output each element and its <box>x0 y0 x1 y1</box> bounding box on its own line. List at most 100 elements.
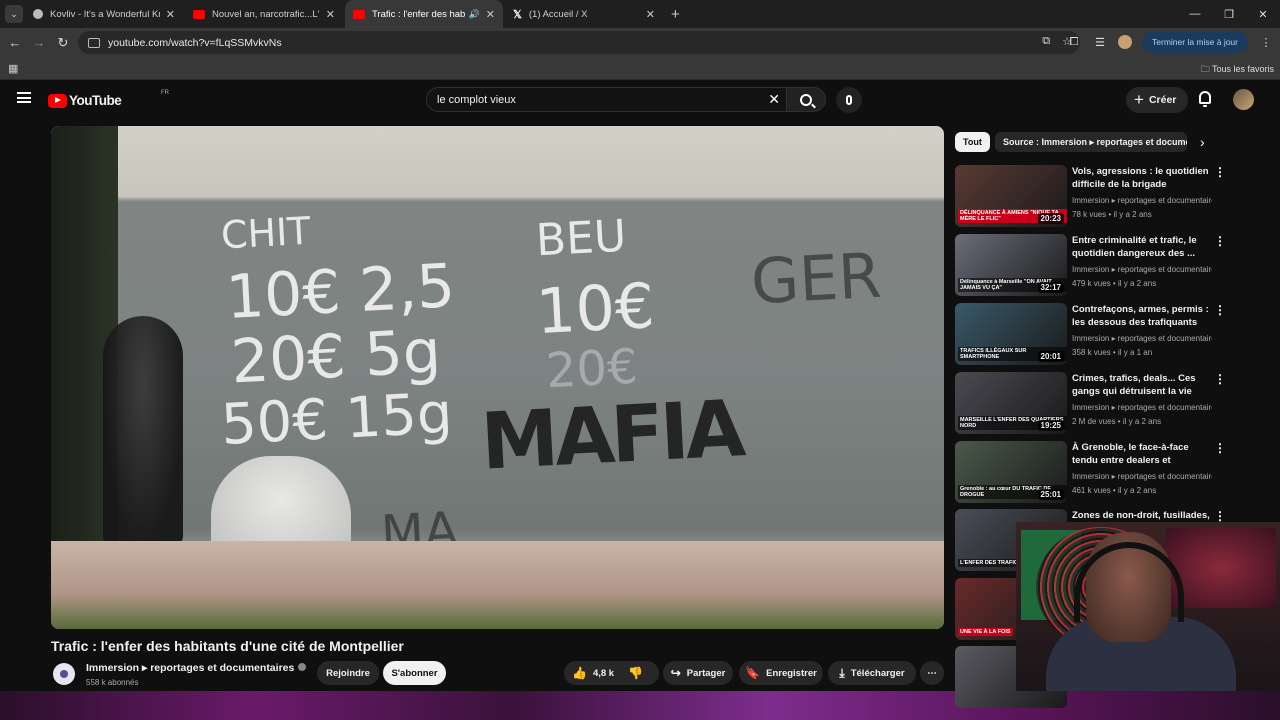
close-icon[interactable]: ✕ <box>166 8 175 21</box>
recommendation-title[interactable]: Crimes, trafics, deals... Ces gangs qui … <box>1072 372 1212 399</box>
recommendation-channel[interactable]: Immersion ▸ reportages et documentaires <box>1072 265 1212 274</box>
more-options-dots-icon[interactable]: ⋮ <box>1214 372 1226 386</box>
country-code: FR <box>161 90 169 96</box>
meta-separator: • <box>1110 348 1118 357</box>
window-close-icon[interactable]: ✕ <box>1246 8 1280 21</box>
recommendation-item[interactable]: DÉLINQUANCE À AMIENS "NIQUE TA MÈRE LE F… <box>955 165 1275 227</box>
recommendation-title[interactable]: À Grenoble, le face-à-face tendu entre d… <box>1072 441 1212 468</box>
meta-separator: • <box>1106 210 1114 219</box>
menu-dots-icon[interactable]: ⋮ <box>1258 36 1274 49</box>
video-thumbnail[interactable]: Grenoble : au cœur DU TRAFIC DE DROGUE 25… <box>955 441 1067 503</box>
window-controls: — ❐ ✕ <box>1178 0 1280 28</box>
duration-badge: 25:01 <box>1037 489 1064 500</box>
search-button[interactable] <box>786 87 826 112</box>
site-info-icon[interactable] <box>88 37 100 48</box>
recommendation-title[interactable]: Vols, agressions : le quotidien difficil… <box>1072 165 1212 192</box>
new-tab-plus-icon[interactable]: + <box>671 6 680 23</box>
back-arrow-icon[interactable]: ← <box>3 35 27 50</box>
video-player[interactable]: CHIT 10€ 2,5 20€ 5g 50€ 15g BEU 10€ 20€ … <box>51 126 944 629</box>
maximize-icon[interactable]: ❐ <box>1212 8 1246 21</box>
create-button[interactable]: + Créer <box>1126 87 1189 113</box>
browser-tab-3-active[interactable]: Trafic : l'enfer des habitants 🔊 ✕ <box>345 0 503 28</box>
channel-avatar[interactable] <box>53 663 75 685</box>
recommendation-channel[interactable]: Immersion ▸ reportages et documentaires <box>1072 334 1212 343</box>
more-options-dots-icon[interactable]: ⋮ <box>1214 303 1226 317</box>
chip-source[interactable]: Source : Immersion ▸ reportages et docum… <box>995 132 1187 152</box>
channel-name[interactable]: Immersion ▸ reportages et documentaires <box>86 662 307 674</box>
video-thumbnail[interactable]: MARSEILLE L'ENFER DES QUARTIERS NORD 19:2… <box>955 372 1067 434</box>
view-count: 358 k vues <box>1072 348 1111 357</box>
reading-list-icon[interactable]: ☰ <box>1092 36 1108 49</box>
join-button[interactable]: Rejoindre <box>317 661 379 685</box>
browser-tab-4[interactable]: 𝕏 (1) Accueil / X ✕ <box>505 0 663 28</box>
more-options-dots-icon[interactable]: ⋮ <box>1214 509 1226 523</box>
close-icon[interactable]: ✕ <box>326 8 335 21</box>
search-input[interactable]: le complot vieux ✕ <box>426 87 786 112</box>
thumbs-down-icon[interactable]: 👎 <box>628 666 643 680</box>
recommendation-title[interactable]: Zones de non-droit, fusillades, <box>1072 509 1212 522</box>
forward-arrow-icon[interactable]: → <box>27 35 51 50</box>
profile-avatar[interactable] <box>1118 35 1133 49</box>
voice-search-button[interactable] <box>836 87 862 113</box>
video-thumbnail[interactable]: DÉLINQUANCE À AMIENS "NIQUE TA MÈRE LE F… <box>955 165 1067 227</box>
chips-next-chevron-icon[interactable]: › <box>1200 134 1205 150</box>
download-button[interactable]: ⤓ Télécharger <box>828 661 916 685</box>
minimize-icon[interactable]: — <box>1178 8 1212 20</box>
share-button[interactable]: ↪ Partager <box>663 661 733 685</box>
recommendation-title[interactable]: Entre criminalité et trafic, le quotidie… <box>1072 234 1212 261</box>
browser-tab-2[interactable]: Nouvel an, narcotrafic...L'interv ✕ <box>185 0 343 28</box>
user-avatar[interactable] <box>1233 89 1254 110</box>
extensions-puzzle-icon[interactable]: ⧠ <box>1066 36 1082 49</box>
video-title: Trafic : l'enfer des habitants d'une cit… <box>51 638 404 654</box>
recommendation-item[interactable]: Grenoble : au cœur DU TRAFIC DE DROGUE 25… <box>955 441 1275 503</box>
recommendation-channel[interactable]: Immersion ▸ reportages et documentaires <box>1072 403 1212 412</box>
install-app-icon[interactable]: ⧉ <box>1042 35 1050 48</box>
microphone-icon <box>846 95 852 105</box>
more-actions-dots-icon[interactable]: ⋯ <box>920 661 944 685</box>
close-icon[interactable]: ✕ <box>486 8 495 21</box>
view-count: 2 M de vues <box>1072 417 1116 426</box>
all-favorites-label: Tous les favoris <box>1211 64 1274 74</box>
youtube-logo[interactable]: YouTube FR <box>48 90 169 108</box>
graffiti-text: BEU <box>534 210 628 267</box>
clear-search-icon[interactable]: ✕ <box>768 91 780 108</box>
address-bar[interactable]: youtube.com/watch?v=fLqSSMvkvNs ⧉ ☆ <box>78 31 1080 54</box>
graffiti-text: 20€ <box>544 338 640 400</box>
browser-tab-1[interactable]: Kovliv - It's a Wonderful Knife [ ✕ <box>25 0 183 28</box>
subscribe-button[interactable]: S'abonner <box>383 661 446 685</box>
apps-grid-icon[interactable]: ▦ <box>8 62 18 75</box>
subscriber-count: 558 k abonnés <box>86 678 139 687</box>
recommendation-channel[interactable]: Immersion ▸ reportages et documentaires <box>1072 472 1212 481</box>
tab-title: Nouvel an, narcotrafic...L'interv <box>212 8 320 20</box>
recommendation-item[interactable]: TRAFICS ILLÉGAUX SUR SMARTPHONE 20:01 Cont… <box>955 303 1275 365</box>
view-count: 78 k vues <box>1072 210 1107 219</box>
chip-all[interactable]: Tout <box>955 132 990 152</box>
bookmark-icon: 🔖 <box>745 666 761 680</box>
recommendation-item[interactable]: Délinquance à Marseille "ON AVAIT JAMAIS… <box>955 234 1275 296</box>
save-label: Enregistrer <box>766 667 817 679</box>
close-icon[interactable]: ✕ <box>646 8 655 21</box>
duration-badge: 32:17 <box>1037 282 1064 293</box>
more-options-dots-icon[interactable]: ⋮ <box>1214 234 1226 248</box>
recommendation-title[interactable]: Contrefaçons, armes, permis : les dessou… <box>1072 303 1212 330</box>
search-value: le complot vieux <box>437 93 516 106</box>
thumbs-up-icon[interactable]: 👍 <box>572 666 587 680</box>
notifications-bell-icon[interactable] <box>1199 91 1211 107</box>
x-favicon-icon: 𝕏 <box>513 8 522 21</box>
hamburger-menu-icon[interactable] <box>17 92 31 103</box>
more-options-dots-icon[interactable]: ⋮ <box>1214 441 1226 455</box>
video-thumbnail[interactable]: TRAFICS ILLÉGAUX SUR SMARTPHONE 20:01 <box>955 303 1067 365</box>
save-button[interactable]: 🔖 Enregistrer <box>739 661 823 685</box>
tab-search-chevron-icon[interactable]: ⌄ <box>5 5 23 23</box>
upload-age: il y a 2 ans <box>1117 486 1157 495</box>
recommendation-channel[interactable]: Immersion ▸ reportages et documentaires <box>1072 196 1212 205</box>
tab-title: Kovliv - It's a Wonderful Knife [ <box>50 8 160 20</box>
all-favorites-folder[interactable]: 🗀 Tous les favoris <box>1201 62 1274 78</box>
reload-icon[interactable]: ↻ <box>51 35 75 51</box>
more-options-dots-icon[interactable]: ⋮ <box>1214 165 1226 179</box>
like-count[interactable]: 4,8 k <box>593 668 614 679</box>
video-thumbnail[interactable]: Délinquance à Marseille "ON AVAIT JAMAIS… <box>955 234 1067 296</box>
speaker-icon[interactable]: 🔊 <box>469 9 480 20</box>
recommendation-item[interactable]: MARSEILLE L'ENFER DES QUARTIERS NORD 19:2… <box>955 372 1275 434</box>
update-button[interactable]: Terminer la mise à jour <box>1142 31 1248 53</box>
